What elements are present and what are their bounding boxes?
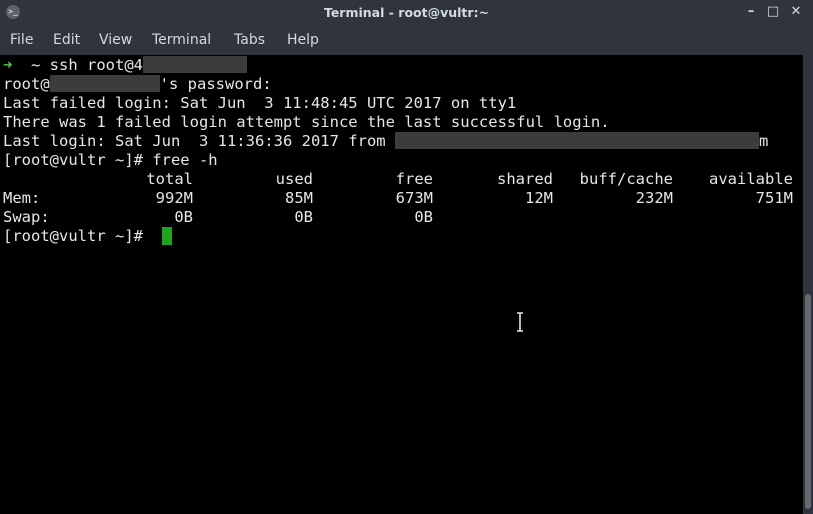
output-line-last-login: Last login: Sat Jun 3 11:36:36 2017 from… — [3, 132, 768, 151]
output-line-free-command: [root@vultr ~]# free -h — [3, 151, 218, 169]
scrollbar-thumb[interactable] — [805, 294, 811, 509]
output-line-ssh: ➜ ~ ssh root@4 — [3, 56, 247, 75]
minimize-button[interactable]: – — [742, 3, 760, 21]
mouse-ibeam-icon — [517, 312, 523, 332]
free-row-swap-label: Swap: — [3, 208, 50, 226]
output-line-failed-login: Last failed login: Sat Jun 3 11:48:45 UT… — [3, 94, 517, 112]
title-bar[interactable]: >_ Terminal - root@vultr:~ – □ ✕ — [0, 0, 813, 26]
free-swap-total: 0B — [174, 208, 193, 226]
menu-file[interactable]: File — [10, 32, 33, 48]
terminal-output[interactable]: ➜ ~ ssh root@4 root@ 's password: Last fa… — [0, 55, 803, 514]
menu-edit[interactable]: Edit — [53, 32, 80, 48]
free-header-free: free — [395, 170, 433, 188]
free-header-available: available — [709, 170, 793, 188]
terminal-window: >_ Terminal - root@vultr:~ – □ ✕ File Ed… — [0, 0, 813, 514]
free-mem-available: 751M — [755, 189, 793, 207]
password-prefix: root@ — [3, 75, 50, 93]
menu-terminal[interactable]: Terminal — [152, 32, 211, 48]
free-header-buff-cache: buff/cache — [579, 170, 673, 188]
redacted-host — [143, 56, 247, 73]
current-prompt: [root@vultr ~]# — [3, 227, 153, 245]
prompt-arrow-icon: ➜ — [3, 56, 13, 74]
redacted-host — [49, 75, 160, 92]
password-suffix: 's password: — [159, 75, 272, 93]
output-line-password: root@ 's password: — [3, 75, 272, 94]
free-header-shared: shared — [497, 170, 553, 188]
menu-tabs[interactable]: Tabs — [234, 32, 265, 48]
free-mem-total: 992M — [155, 189, 193, 207]
close-button[interactable]: ✕ — [787, 3, 805, 21]
free-header-used: used — [275, 170, 313, 188]
free-mem-buff-cache: 232M — [635, 189, 673, 207]
menu-help[interactable]: Help — [287, 32, 319, 48]
free-mem-free: 673M — [395, 189, 433, 207]
last-login-tail: m — [758, 132, 769, 150]
last-login-prefix: Last login: Sat Jun 3 11:36:36 2017 from — [3, 132, 395, 150]
free-header-total: total — [146, 170, 193, 188]
free-mem-shared: 12M — [525, 189, 553, 207]
ssh-command: ~ ssh root@4 — [12, 56, 143, 74]
menu-bar: File Edit View Terminal Tabs Help — [0, 26, 813, 55]
window-title: Terminal - root@vultr:~ — [323, 5, 490, 20]
free-swap-free: 0B — [414, 208, 433, 226]
free-swap-used: 0B — [294, 208, 313, 226]
maximize-button[interactable]: □ — [764, 3, 782, 21]
vertical-scrollbar[interactable] — [803, 55, 813, 514]
redacted-address — [394, 132, 759, 149]
menu-view[interactable]: View — [99, 32, 132, 48]
text-cursor — [162, 227, 172, 245]
free-row-mem-label: Mem: — [3, 189, 41, 207]
output-line-failed-attempt: There was 1 failed login attempt since t… — [3, 113, 610, 131]
free-mem-used: 85M — [285, 189, 313, 207]
